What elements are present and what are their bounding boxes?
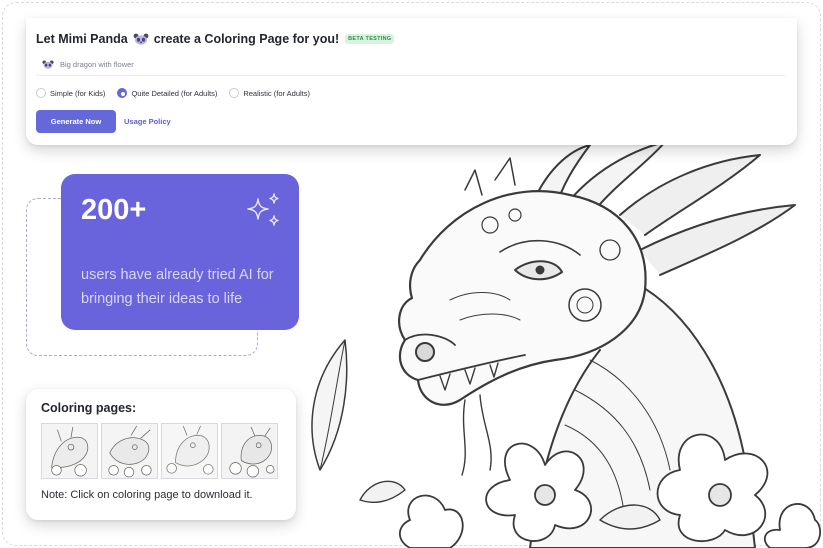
sparkle-icon xyxy=(247,193,279,226)
coloring-page-thumbnail-4[interactable] xyxy=(221,423,278,479)
option-quite-detailed-label: Quite Detailed (for Adults) xyxy=(131,88,218,98)
usage-policy-link[interactable]: Usage Policy xyxy=(124,117,171,126)
radio-realistic[interactable] xyxy=(229,88,240,98)
stats-number: 200+ xyxy=(81,194,147,226)
coloring-page-thumbnail-1[interactable] xyxy=(41,423,98,479)
generator-title-text: Let Mimi Panda xyxy=(36,32,128,46)
coloring-pages-title: Coloring pages: xyxy=(41,401,137,415)
dragon-illustration xyxy=(300,140,823,548)
generator-title-suffix: create a Coloring Page for you! xyxy=(153,32,340,46)
beta-badge: BETA TESTING xyxy=(345,34,395,44)
stats-description: users have already tried AI for bringing… xyxy=(81,267,274,307)
download-note: Note: Click on coloring page to download… xyxy=(41,489,253,501)
option-simple-label: Simple (for Kids) xyxy=(50,88,106,98)
stats-card: 200+ users have already tried AI for bri… xyxy=(61,174,299,330)
generator-card: Let Mimi Panda create a Coloring Page fo… xyxy=(26,18,797,145)
generator-title: Let Mimi Panda create a Coloring Page fo… xyxy=(36,32,395,46)
generate-now-button[interactable]: Generate Now xyxy=(36,110,116,133)
radio-quite-detailed[interactable] xyxy=(117,88,128,98)
coloring-pages-thumbnails xyxy=(41,423,278,479)
option-quite-detailed[interactable]: Quite Detailed (for Adults) xyxy=(117,88,217,98)
coloring-pages-card: Coloring pages: Note: Click on coloring … xyxy=(26,389,296,520)
panda-icon xyxy=(42,60,54,69)
prompt-input[interactable]: Big dragon with flower xyxy=(36,54,785,76)
option-realistic-label: Realistic (for Adults) xyxy=(243,88,310,98)
option-simple[interactable]: Simple (for Kids) xyxy=(36,88,105,98)
coloring-page-thumbnail-2[interactable] xyxy=(101,423,158,479)
radio-simple[interactable] xyxy=(36,88,46,98)
panda-icon xyxy=(133,33,149,45)
prompt-placeholder: Big dragon with flower xyxy=(60,60,134,69)
option-realistic[interactable]: Realistic (for Adults) xyxy=(229,88,310,98)
coloring-page-thumbnail-3[interactable] xyxy=(161,423,218,479)
detail-level-options: Simple (for Kids) Quite Detailed (for Ad… xyxy=(36,88,310,98)
